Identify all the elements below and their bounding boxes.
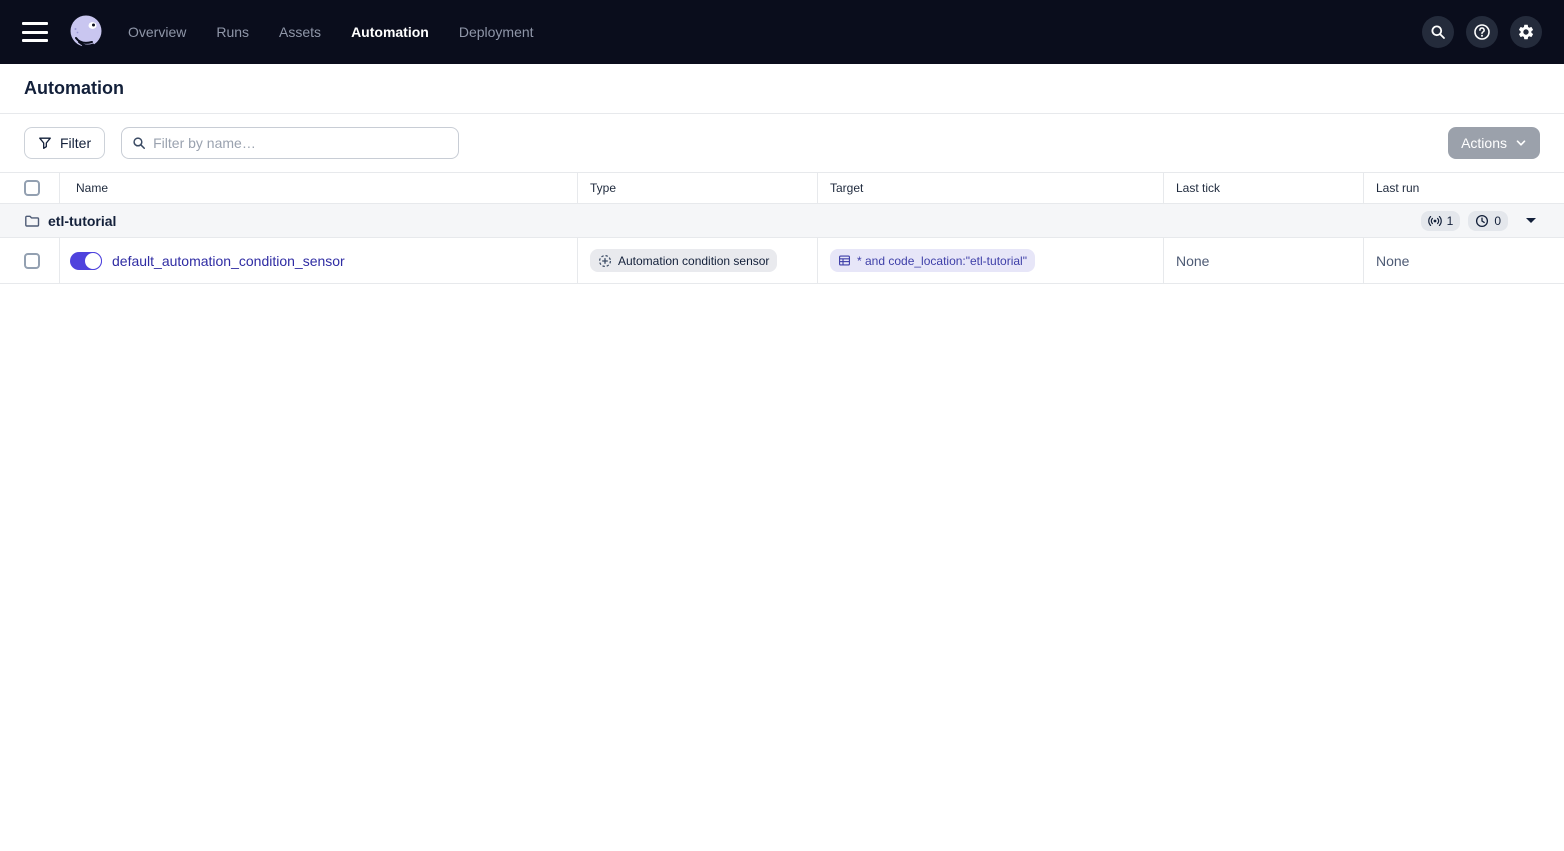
automation-condition-icon [598, 254, 612, 267]
target-badge[interactable]: * and code_location:"etl-tutorial" [830, 249, 1035, 272]
nav-link-assets[interactable]: Assets [279, 24, 321, 40]
nav-link-overview[interactable]: Overview [128, 24, 186, 40]
row-target-cell: * and code_location:"etl-tutorial" [818, 238, 1164, 283]
select-all-checkbox[interactable] [24, 180, 40, 196]
funnel-icon [39, 137, 51, 149]
group-counts: 1 0 [1420, 210, 1540, 231]
caret-down-icon [1526, 218, 1536, 223]
filter-button-label: Filter [60, 135, 92, 151]
folder-icon [25, 215, 40, 227]
last-tick-value: None [1176, 252, 1210, 269]
top-navbar: Overview Runs Assets Automation Deployme… [0, 0, 1564, 64]
row-last-tick-cell: None [1164, 238, 1364, 283]
name-filter-input[interactable] [153, 135, 449, 151]
schedule-count-badge: 0 [1468, 210, 1508, 231]
header-checkbox-cell [0, 173, 60, 203]
settings-icon[interactable] [1510, 16, 1542, 48]
page-header: Automation [0, 64, 1564, 114]
row-last-run-cell: None [1364, 238, 1564, 283]
dagster-octopus-icon [70, 15, 102, 48]
automation-row: default_automation_condition_sensor Auto… [0, 238, 1564, 284]
actions-button-label: Actions [1461, 135, 1507, 151]
automation-name-link[interactable]: default_automation_condition_sensor [112, 253, 345, 269]
column-header-target: Target [818, 173, 1164, 203]
chevron-down-icon [1516, 140, 1526, 146]
column-header-type: Type [578, 173, 818, 203]
clock-icon [1476, 214, 1489, 227]
dagster-logo[interactable] [66, 12, 106, 52]
filter-button[interactable]: Filter [24, 127, 106, 159]
row-checkbox[interactable] [24, 252, 40, 269]
schedule-count: 0 [1494, 213, 1501, 228]
column-header-name: Name [60, 173, 578, 203]
search-icon[interactable] [1422, 16, 1454, 48]
toggle-knob [84, 251, 102, 270]
sensor-count: 1 [1446, 213, 1454, 228]
row-checkbox-cell [0, 238, 60, 283]
sensor-count-badge: 1 [1420, 210, 1461, 231]
toolbar: Filter Actions [0, 114, 1564, 172]
sensor-enabled-toggle[interactable] [70, 251, 102, 270]
help-icon[interactable] [1466, 16, 1498, 48]
actions-button[interactable]: Actions [1448, 127, 1540, 159]
search-icon [133, 137, 146, 149]
page-title: Automation [24, 78, 124, 98]
row-type-cell: Automation condition sensor [578, 238, 818, 283]
group-name: etl-tutorial [48, 212, 117, 229]
row-name-cell: default_automation_condition_sensor [60, 238, 578, 283]
asset-selection-icon [839, 255, 850, 266]
navbar-actions [1422, 16, 1542, 48]
column-header-last-tick: Last tick [1164, 173, 1364, 203]
type-badge-label: Automation condition sensor [618, 253, 770, 268]
table-header-row: Name Type Target Last tick Last run [0, 173, 1564, 204]
automations-table: Name Type Target Last tick Last run etl-… [0, 172, 1564, 284]
sensor-icon [1427, 215, 1442, 226]
nav-link-runs[interactable]: Runs [216, 24, 249, 40]
code-location-group-row[interactable]: etl-tutorial 1 0 [0, 204, 1564, 238]
primary-nav: Overview Runs Assets Automation Deployme… [128, 24, 534, 40]
collapse-group-button[interactable] [1522, 214, 1540, 227]
nav-link-deployment[interactable]: Deployment [459, 24, 534, 40]
hamburger-menu-icon[interactable] [22, 22, 48, 42]
type-badge: Automation condition sensor [590, 249, 778, 272]
last-run-value: None [1376, 252, 1410, 269]
nav-link-automation[interactable]: Automation [351, 24, 429, 40]
column-header-last-run: Last run [1376, 181, 1420, 195]
target-badge-label: * and code_location:"etl-tutorial" [857, 253, 1027, 268]
name-filter-field[interactable] [121, 127, 460, 159]
